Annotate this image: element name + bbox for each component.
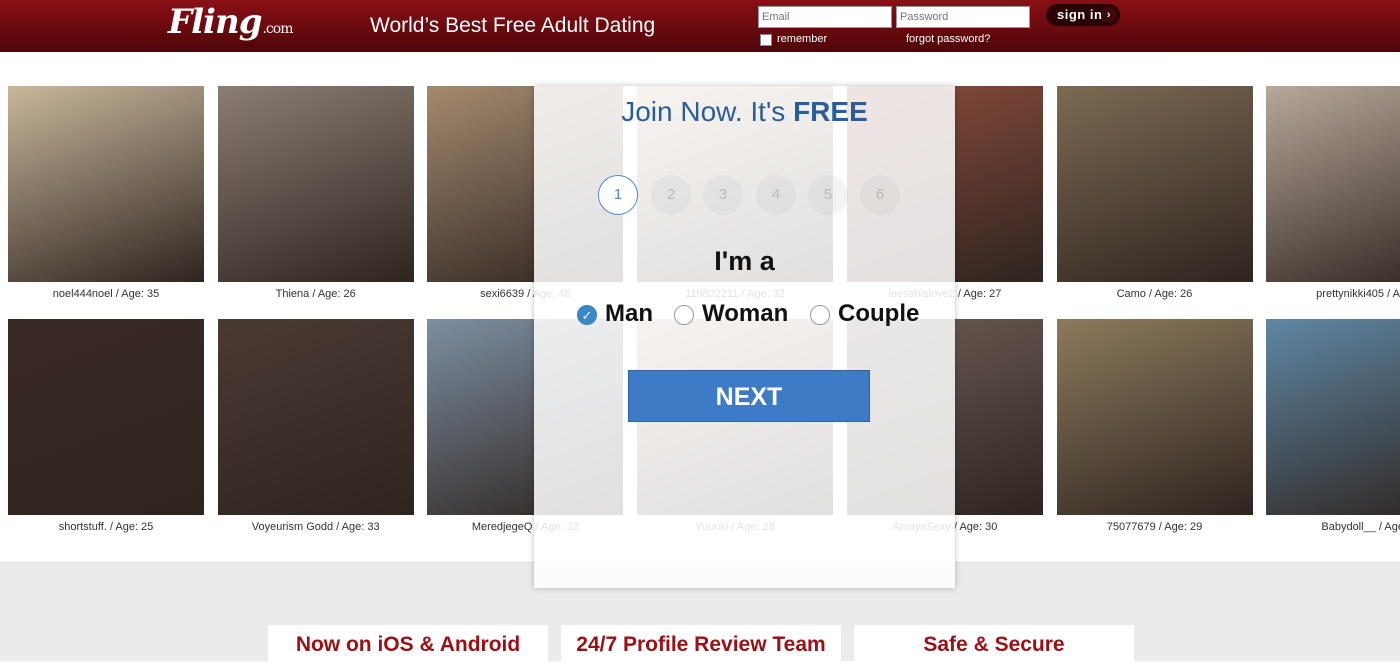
profile-photo[interactable] bbox=[1056, 86, 1253, 282]
modal-title-free: FREE bbox=[793, 96, 868, 127]
profile-caption: shortstuff. / Age: 25 bbox=[58, 521, 154, 533]
profile-photo[interactable] bbox=[1266, 86, 1400, 282]
sign-in-label: sign in bbox=[1057, 7, 1103, 22]
profile-photo[interactable] bbox=[8, 319, 204, 515]
profile-caption: prettynikki405 / Age bbox=[1316, 288, 1400, 300]
sign-in-button[interactable]: sign in › bbox=[1046, 4, 1120, 26]
profile-photo[interactable] bbox=[217, 319, 414, 515]
feature-review-team: 24/7 Profile Review Team bbox=[561, 625, 841, 665]
step-6: 6 bbox=[860, 175, 900, 215]
profile-card[interactable]: noel444noel / Age: 35 bbox=[8, 86, 204, 300]
radio-woman[interactable] bbox=[674, 305, 694, 325]
step-4: 4 bbox=[756, 175, 796, 215]
profile-card[interactable]: Babydoll__ / Age: bbox=[1266, 319, 1400, 533]
feature-safe-secure: Safe & Secure bbox=[854, 625, 1134, 665]
profile-photo[interactable] bbox=[1056, 319, 1253, 515]
logo-text: Fling bbox=[168, 2, 262, 42]
profile-caption: Camo / Age: 26 bbox=[1116, 288, 1193, 300]
gender-prompt: I'm a bbox=[714, 246, 775, 276]
profile-card[interactable]: shortstuff. / Age: 25 bbox=[8, 319, 204, 533]
option-couple[interactable]: Couple bbox=[838, 300, 919, 328]
email-field[interactable] bbox=[758, 6, 892, 28]
profile-photo[interactable] bbox=[1266, 319, 1400, 515]
password-field[interactable] bbox=[896, 6, 1030, 28]
profile-caption: 75077679 / Age: 29 bbox=[1106, 521, 1203, 533]
profile-caption: Thiena / Age: 26 bbox=[275, 288, 356, 300]
join-modal: Join Now. It's FREE 1 2 3 4 5 6 I'm a ✓ … bbox=[534, 86, 955, 588]
profile-card[interactable]: 75077679 / Age: 29 bbox=[1056, 319, 1253, 533]
modal-title-prefix: Join Now. It's bbox=[621, 96, 794, 127]
option-man[interactable]: Man bbox=[605, 300, 653, 328]
step-3: 3 bbox=[703, 175, 743, 215]
next-button[interactable]: NEXT bbox=[628, 370, 870, 422]
site-header: Fling.com World’s Best Free Adult Dating… bbox=[0, 0, 1400, 52]
forgot-password-link[interactable]: forgot password? bbox=[906, 33, 990, 45]
step-2: 2 bbox=[651, 175, 691, 215]
profile-photo[interactable] bbox=[217, 86, 414, 282]
radio-man-checked-icon[interactable]: ✓ bbox=[577, 305, 597, 325]
radio-couple[interactable] bbox=[810, 305, 830, 325]
profile-card[interactable]: Thiena / Age: 26 bbox=[217, 86, 414, 300]
remember-label: remember bbox=[777, 33, 828, 45]
feature-mobile: Now on iOS & Android bbox=[268, 625, 548, 665]
step-5: 5 bbox=[808, 175, 848, 215]
logo-suffix: .com bbox=[262, 21, 293, 37]
profile-card[interactable]: Camo / Age: 26 bbox=[1056, 86, 1253, 300]
site-tagline: World’s Best Free Adult Dating bbox=[370, 14, 656, 37]
option-woman[interactable]: Woman bbox=[702, 300, 788, 328]
profile-card[interactable]: Voyeurism Godd / Age: 33 bbox=[217, 319, 414, 533]
step-1[interactable]: 1 bbox=[598, 175, 638, 215]
chevron-right-icon: › bbox=[1101, 7, 1117, 23]
modal-title: Join Now. It's FREE bbox=[534, 96, 955, 128]
profile-caption: Babydoll__ / Age: bbox=[1321, 521, 1400, 533]
profile-card[interactable]: prettynikki405 / Age bbox=[1266, 86, 1400, 300]
profile-photo[interactable] bbox=[8, 86, 204, 282]
profile-caption: Voyeurism Godd / Age: 33 bbox=[251, 521, 380, 533]
fling-logo[interactable]: Fling.com bbox=[168, 2, 293, 42]
remember-checkbox[interactable] bbox=[760, 34, 772, 46]
profile-caption: noel444noel / Age: 35 bbox=[52, 288, 160, 300]
